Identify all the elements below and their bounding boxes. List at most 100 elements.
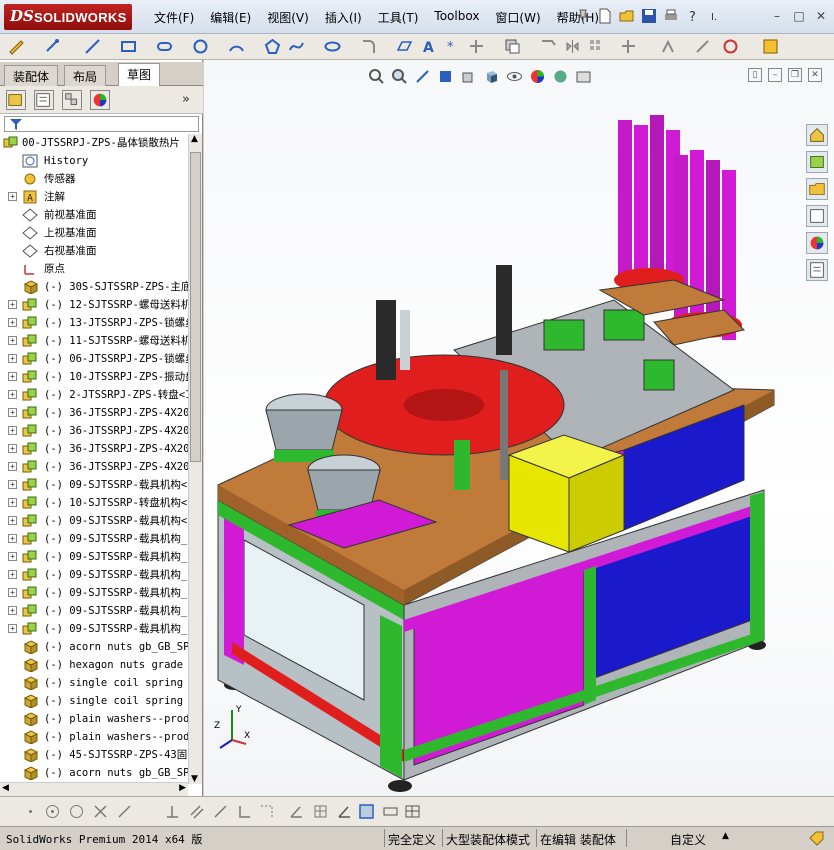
point-icon[interactable]: * bbox=[444, 38, 461, 55]
tree-node[interactable]: (-) single coil spring l bbox=[0, 692, 188, 710]
tree-node[interactable]: History bbox=[0, 152, 188, 170]
tree-node[interactable]: + (-) 09-SJTSSRP-载具机构_ bbox=[0, 620, 188, 638]
expand-toggle-icon[interactable]: + bbox=[8, 372, 17, 381]
scroll-left-icon[interactable]: ◀ bbox=[2, 783, 9, 793]
repair-sketch-icon[interactable] bbox=[694, 38, 711, 55]
expand-toggle-icon[interactable]: + bbox=[8, 192, 17, 201]
perpendicular-snap-icon[interactable] bbox=[164, 803, 181, 820]
open-folder-icon[interactable] bbox=[618, 7, 636, 25]
expand-toggle-icon[interactable]: + bbox=[8, 426, 17, 435]
menu-edit[interactable]: 编辑(E) bbox=[202, 9, 259, 26]
solidworks-logo[interactable]: DS SOLIDWORKS bbox=[4, 4, 132, 30]
rectangle-icon[interactable] bbox=[120, 38, 137, 55]
expand-toggle-icon[interactable]: + bbox=[8, 480, 17, 489]
tree-node[interactable]: + (-) 06-JTSSRPJ-ZPS-锁螺丝 bbox=[0, 350, 188, 368]
tree-node[interactable]: 原点 bbox=[0, 260, 188, 278]
file-explorer-icon[interactable] bbox=[806, 178, 828, 200]
expand-panel-icon[interactable]: » bbox=[182, 92, 190, 107]
menu-view[interactable]: 视图(V) bbox=[259, 9, 317, 26]
horizontal-snap-icon[interactable] bbox=[212, 803, 229, 820]
tree-node[interactable]: + (-) 09-SJTSSRP-载具机构_ bbox=[0, 530, 188, 548]
text-icon[interactable]: A bbox=[420, 38, 437, 55]
tree-node[interactable]: + (-) 36-JTSSRPJ-ZPS-4X20 bbox=[0, 404, 188, 422]
menu-tools[interactable]: 工具(T) bbox=[370, 9, 427, 26]
expand-toggle-icon[interactable]: + bbox=[8, 390, 17, 399]
expand-toggle-icon[interactable]: + bbox=[8, 606, 17, 615]
tree-node[interactable]: (-) acorn nuts gb_GB_SPE bbox=[0, 764, 188, 782]
appearances-icon[interactable] bbox=[806, 232, 828, 254]
line-icon[interactable] bbox=[84, 38, 101, 55]
tree-node[interactable]: + (-) 09-SJTSSRP-载具机构_ bbox=[0, 566, 188, 584]
expand-toggle-icon[interactable]: + bbox=[8, 516, 17, 525]
tree-node[interactable]: 右视基准面 bbox=[0, 242, 188, 260]
tree-vertical-scrollbar[interactable]: ▲ ▼ bbox=[188, 134, 202, 784]
plane-icon[interactable] bbox=[396, 38, 413, 55]
status-units[interactable]: 自定义 bbox=[670, 831, 706, 848]
tree-root[interactable]: 00-JTSSRPJ-ZPS-晶体锁散热片 bbox=[0, 134, 188, 152]
tree-node[interactable]: + (-) 09-SJTSSRP-载具机构_ bbox=[0, 584, 188, 602]
tree-node[interactable]: (-) plain washers--produ bbox=[0, 728, 188, 746]
tree-filter[interactable] bbox=[4, 116, 199, 132]
display-manager-icon[interactable] bbox=[90, 90, 110, 110]
new-document-icon[interactable] bbox=[596, 7, 614, 25]
menu-file[interactable]: 文件(F) bbox=[146, 9, 202, 26]
tree-node[interactable]: + (-) 13-JTSSRPJ-ZPS-锁螺丝 bbox=[0, 314, 188, 332]
tree-node[interactable]: 前视基准面 bbox=[0, 206, 188, 224]
help-icon[interactable]: ? bbox=[684, 7, 702, 25]
solidworks-resources-icon[interactable] bbox=[806, 124, 828, 146]
tree-node[interactable]: + (-) 36-JTSSRPJ-ZPS-4X20 bbox=[0, 440, 188, 458]
expand-toggle-icon[interactable]: + bbox=[8, 354, 17, 363]
display-relations-icon[interactable] bbox=[660, 38, 677, 55]
scroll-right-icon[interactable]: ▶ bbox=[179, 783, 186, 793]
tree-node[interactable]: + (-) 11-SJTSSRP-螺母送料机 bbox=[0, 332, 188, 350]
scroll-thumb[interactable] bbox=[190, 152, 201, 462]
assembly-model-view[interactable] bbox=[204, 60, 834, 796]
spline-icon[interactable] bbox=[288, 38, 305, 55]
scroll-up-icon[interactable]: ▲ bbox=[191, 134, 198, 144]
intersection-snap-icon[interactable] bbox=[92, 803, 109, 820]
expand-toggle-icon[interactable]: + bbox=[8, 336, 17, 345]
grid-snap-icon[interactable] bbox=[312, 803, 329, 820]
expand-toggle-icon[interactable]: + bbox=[8, 570, 17, 579]
convert-entities-icon[interactable] bbox=[504, 38, 521, 55]
tree-node[interactable]: + (-) 2-JTSSRPJ-ZPS-转盘<1 bbox=[0, 386, 188, 404]
tree-node[interactable]: (-) single coil spring l bbox=[0, 674, 188, 692]
expand-toggle-icon[interactable]: + bbox=[8, 444, 17, 453]
graphics-area[interactable]: ▯ – ❐ ✕ Z Y X bbox=[204, 60, 834, 796]
tree-node[interactable]: + (-) 36-JTSSRPJ-ZPS-4X20 bbox=[0, 422, 188, 440]
fillet-icon[interactable] bbox=[360, 38, 377, 55]
design-library-icon[interactable] bbox=[806, 151, 828, 173]
tree-node[interactable]: + (-) 09-SJTSSRP-载具机构_ bbox=[0, 602, 188, 620]
instant2d-icon[interactable] bbox=[762, 38, 779, 55]
units-dropdown-icon[interactable]: ▲ bbox=[722, 831, 729, 841]
print-icon[interactable] bbox=[662, 7, 680, 25]
angle-icon[interactable] bbox=[336, 803, 353, 820]
tree-node[interactable]: + A 注解 bbox=[0, 188, 188, 206]
options-icon[interactable]: I. bbox=[706, 7, 724, 25]
tree-node[interactable]: (-) 45-SJTSSRP-ZPS-43固 bbox=[0, 746, 188, 764]
scroll-down-icon[interactable]: ▼ bbox=[191, 774, 198, 784]
polygon-icon[interactable] bbox=[264, 38, 281, 55]
tree-node[interactable]: + (-) 10-SJTSSRP-转盘机构< bbox=[0, 494, 188, 512]
expand-toggle-icon[interactable]: + bbox=[8, 462, 17, 471]
angle-snap-icon[interactable] bbox=[288, 803, 305, 820]
3d-sketch-icon[interactable] bbox=[358, 803, 375, 820]
tree-node[interactable]: 上视基准面 bbox=[0, 224, 188, 242]
menu-insert[interactable]: 插入(I) bbox=[317, 9, 370, 26]
dimension-snap-icon[interactable] bbox=[258, 803, 275, 820]
expand-toggle-icon[interactable]: + bbox=[8, 552, 17, 561]
midpoint-snap-icon[interactable] bbox=[68, 803, 85, 820]
tree-node[interactable]: + (-) 09-SJTSSRP-载具机构< bbox=[0, 512, 188, 530]
feature-tree-icon[interactable] bbox=[6, 90, 26, 110]
tree-node[interactable]: (-) acorn nuts gb_GB_SPE bbox=[0, 638, 188, 656]
sketch-icon[interactable] bbox=[8, 38, 25, 55]
expand-toggle-icon[interactable]: + bbox=[8, 498, 17, 507]
expand-toggle-icon[interactable]: + bbox=[8, 588, 17, 597]
expand-toggle-icon[interactable]: + bbox=[8, 408, 17, 417]
tree-node[interactable]: 传感器 bbox=[0, 170, 188, 188]
parallel-snap-icon[interactable] bbox=[188, 803, 205, 820]
point-snap-icon[interactable] bbox=[22, 803, 39, 820]
save-icon[interactable] bbox=[640, 7, 658, 25]
tangent-snap-icon[interactable] bbox=[116, 803, 133, 820]
tree-node[interactable]: + (-) 10-JTSSRPJ-ZPS-振动盘 bbox=[0, 368, 188, 386]
